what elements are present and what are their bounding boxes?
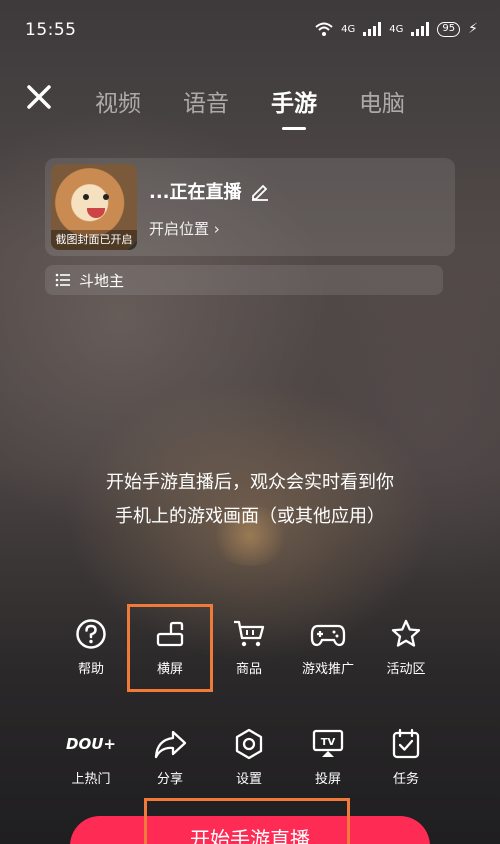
settings-icon <box>235 728 263 760</box>
cover-dog-mouth <box>87 208 105 218</box>
wifi-icon <box>315 22 333 36</box>
chevron-right-icon: › <box>213 220 220 238</box>
task-label: 任务 <box>392 772 419 787</box>
cover-dog-eye <box>83 194 89 200</box>
mode-tabs: 视频 语音 手游 电脑 <box>95 84 405 130</box>
highlight-box <box>144 798 350 844</box>
signal-icon <box>411 22 430 36</box>
description: 开始手游直播后，观众会实时看到你 手机上的游戏画面（或其他应用） <box>0 466 500 534</box>
category-chip[interactable]: 斗地主 <box>45 265 443 295</box>
share-button[interactable]: 分享 <box>130 728 210 787</box>
share-label: 分享 <box>156 772 183 787</box>
products-button[interactable]: 商品 <box>209 618 289 677</box>
task-icon <box>392 728 420 759</box>
activity-zone-label: 活动区 <box>386 662 426 677</box>
tab-voice[interactable]: 语音 <box>183 84 229 118</box>
products-label: 商品 <box>235 662 262 677</box>
task-button[interactable]: 任务 <box>366 728 446 787</box>
battery-icon: 95 <box>437 21 461 37</box>
cover-dog-eye <box>103 194 109 200</box>
share-icon <box>154 730 187 759</box>
cast-button[interactable]: TV 投屏 <box>288 728 368 787</box>
close-icon[interactable] <box>24 82 54 112</box>
signal-icon <box>363 22 382 36</box>
location-toggle[interactable]: 开启位置 › <box>149 218 220 239</box>
live-title[interactable]: ...正在直播 <box>149 178 242 204</box>
live-info-card: 截图封面已开启 ...正在直播 开启位置 › <box>45 158 455 256</box>
game-promotion-button[interactable]: 游戏推广 <box>288 618 368 677</box>
network-label-2: 4G <box>389 23 404 35</box>
status-bar: 15:55 4G 4G 95 ⚡ <box>0 0 500 62</box>
help-icon <box>76 619 106 649</box>
activity-zone-button[interactable]: 活动区 <box>366 618 446 677</box>
cast-label: 投屏 <box>314 772 341 787</box>
tab-mobile-game[interactable]: 手游 <box>271 84 317 130</box>
cast-icon: TV <box>312 729 344 757</box>
cover-image[interactable]: 截图封面已开启 <box>51 164 137 250</box>
dou-plus-button[interactable]: DOU+ 上热门 <box>51 728 131 787</box>
help-button[interactable]: 帮助 <box>51 618 131 677</box>
game-promotion-label: 游戏推广 <box>301 662 354 677</box>
highlight-box <box>127 604 213 692</box>
network-label-1: 4G <box>341 23 356 35</box>
list-icon <box>55 273 70 287</box>
description-line: 开始手游直播后，观众会实时看到你 <box>106 472 394 493</box>
category-label: 斗地主 <box>79 271 125 290</box>
gamepad-icon <box>310 624 346 647</box>
edit-icon[interactable] <box>250 181 270 201</box>
svg-text:TV: TV <box>321 737 336 748</box>
dou-plus-label: 上热门 <box>71 772 111 787</box>
help-label: 帮助 <box>77 662 104 677</box>
title-row[interactable]: ...正在直播 <box>149 178 270 204</box>
settings-label: 设置 <box>235 772 262 787</box>
status-time: 15:55 <box>25 20 77 40</box>
cover-label: 截图封面已开启 <box>51 230 137 250</box>
star-icon <box>391 619 421 647</box>
settings-button[interactable]: 设置 <box>209 728 289 787</box>
tab-computer[interactable]: 电脑 <box>359 84 405 118</box>
status-icons: 4G 4G 95 ⚡ <box>315 21 478 37</box>
location-label: 开启位置 <box>149 220 210 238</box>
cart-icon <box>234 620 265 647</box>
tab-video[interactable]: 视频 <box>95 84 141 118</box>
dou-plus-icon: DOU+ <box>66 735 116 753</box>
description-line: 手机上的游戏画面（或其他应用） <box>115 506 385 527</box>
charging-icon: ⚡ <box>468 21 478 37</box>
